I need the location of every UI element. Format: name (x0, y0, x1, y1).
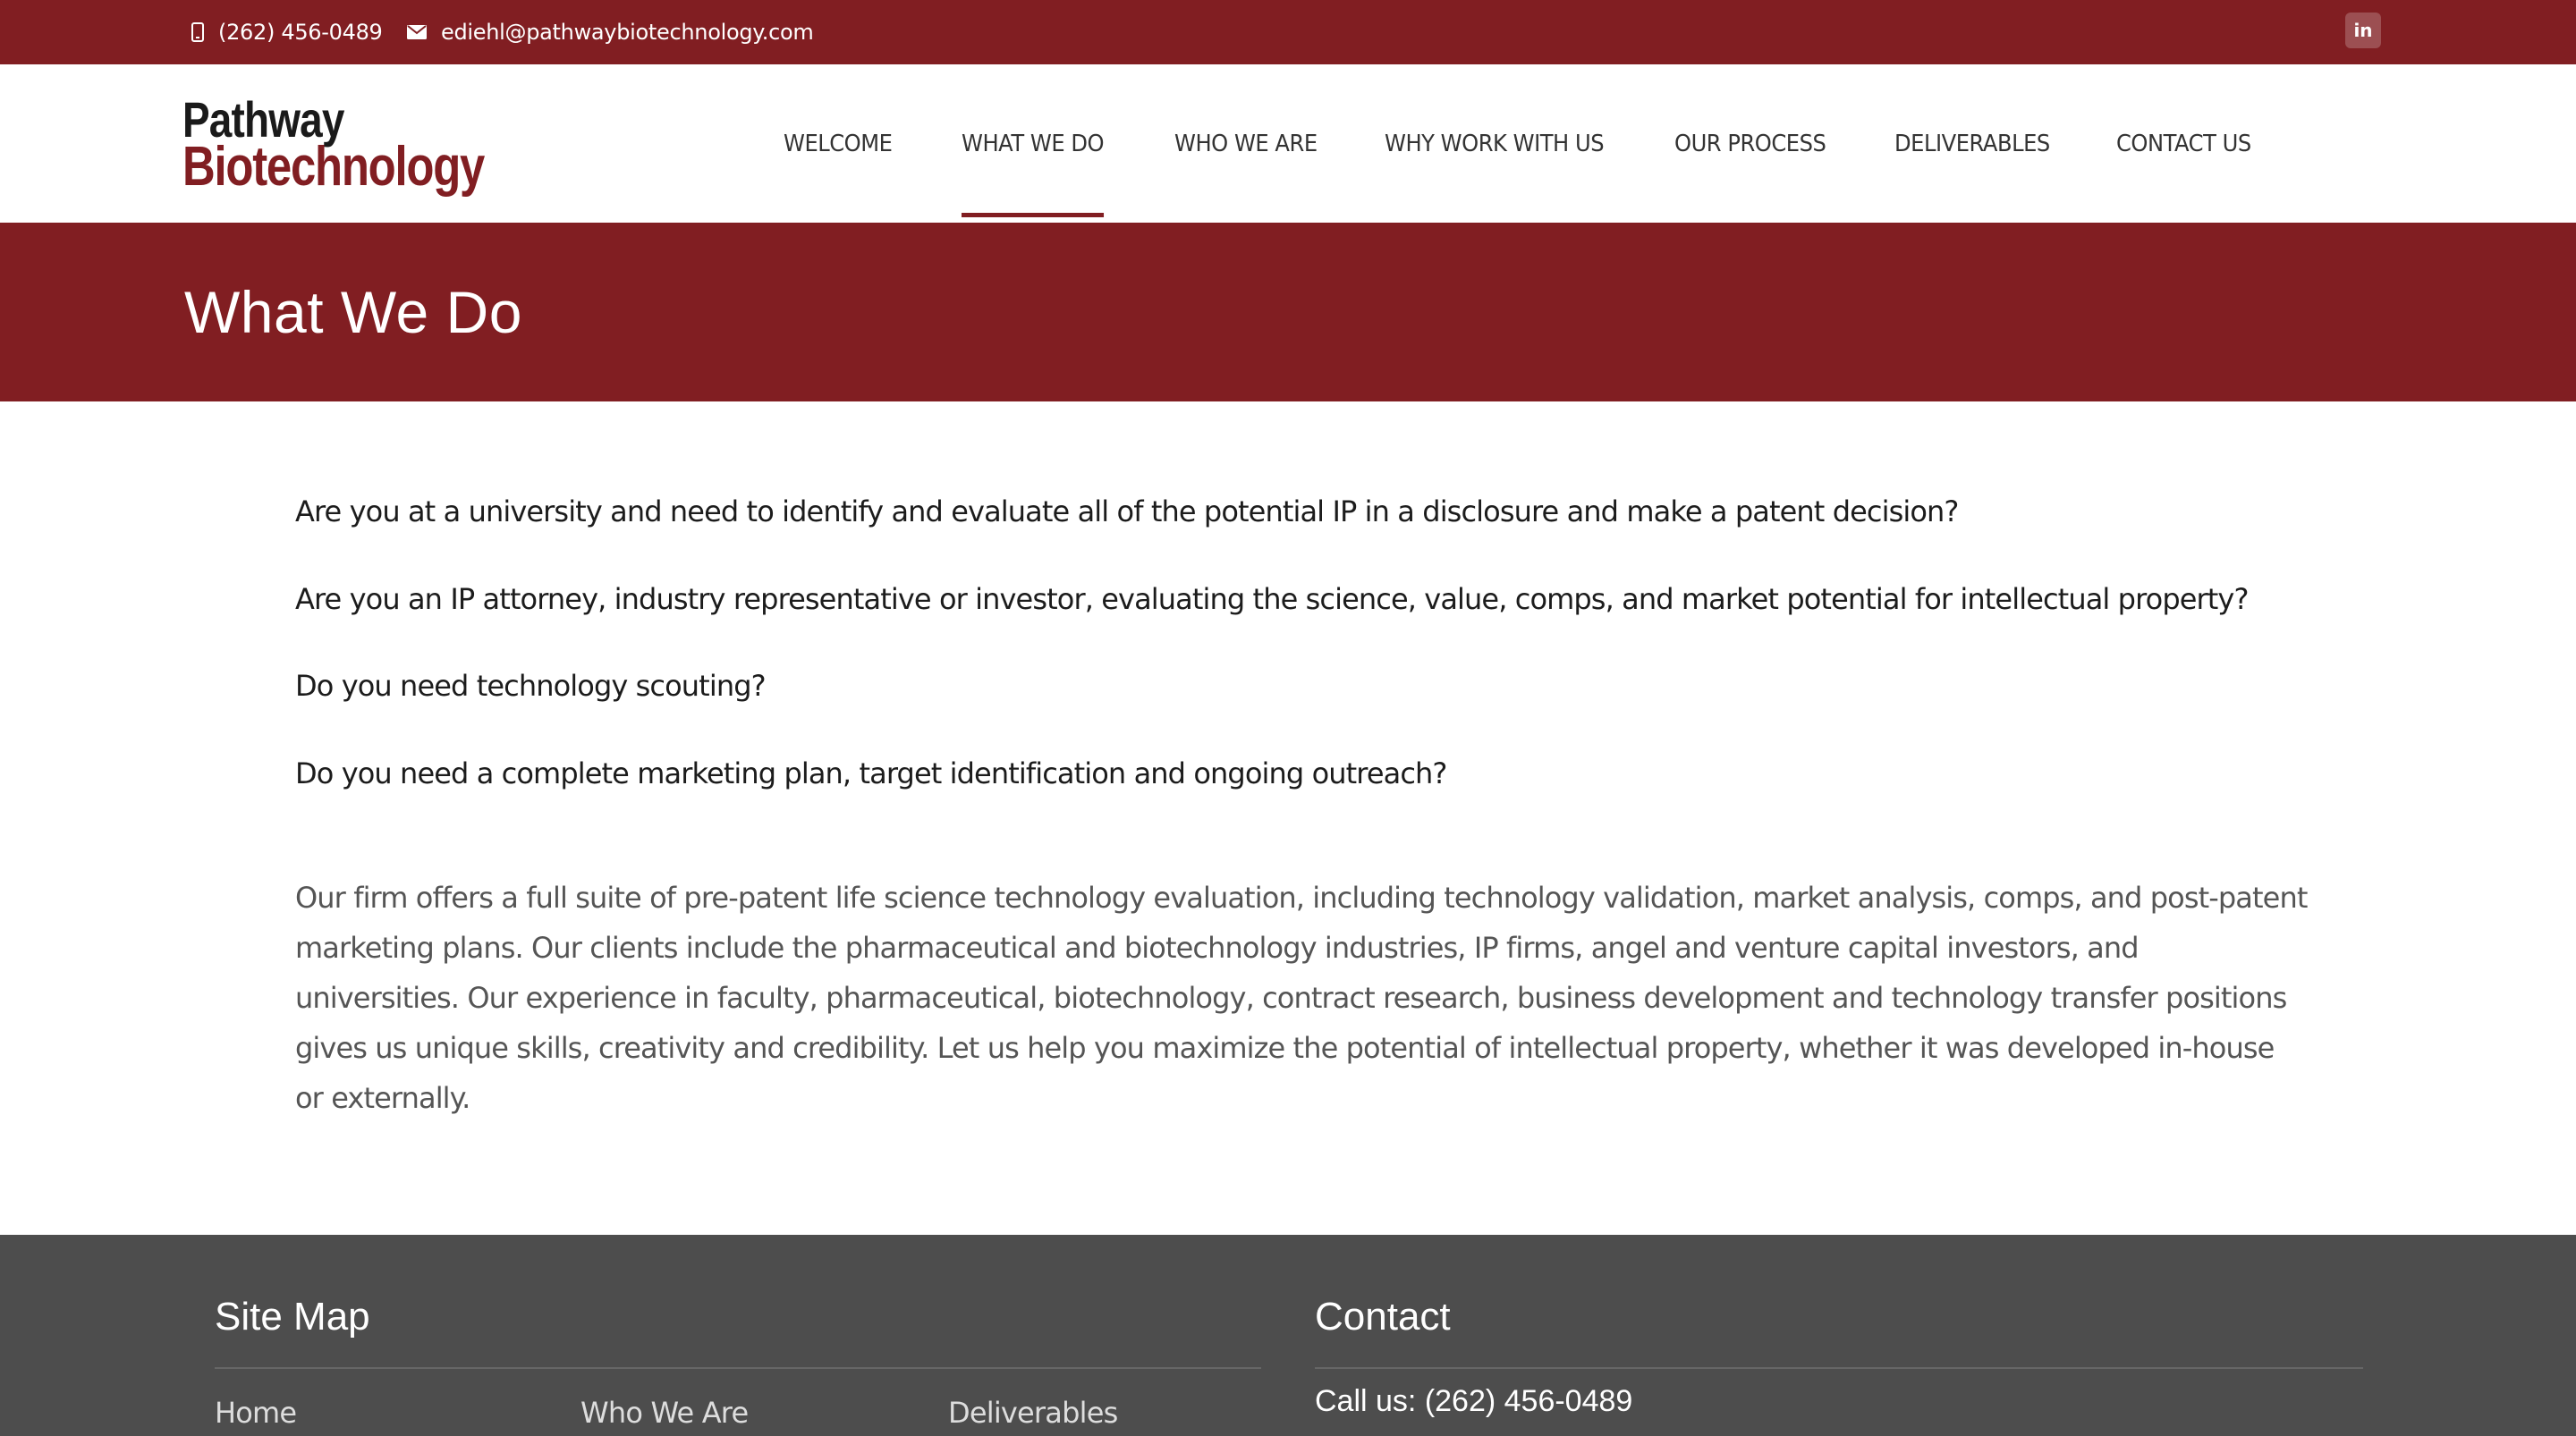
question-text: Do you need technology scouting? (295, 669, 767, 703)
sitemap-divider (215, 1367, 1261, 1369)
topbar-email-link[interactable]: ediehl@pathwaybiotechnology.com (407, 0, 814, 64)
page-title: What We Do (184, 279, 522, 345)
question-text: Are you an IP attorney, industry represe… (295, 582, 2249, 616)
envelope-icon (407, 25, 427, 39)
nav-item-deliverables[interactable]: DELIVERABLES (1894, 64, 2050, 223)
nav-item-who-we-are[interactable]: WHO WE ARE (1174, 64, 1318, 223)
sitemap-heading: Site Map (215, 1295, 370, 1339)
page-title-band: What We Do (0, 223, 2576, 401)
footer-link-home[interactable]: Home (215, 1396, 297, 1430)
topbar-email-text: ediehl@pathwaybiotechnology.com (441, 20, 814, 45)
question-text: Are you at a university and need to iden… (295, 494, 1959, 528)
contact-divider (1315, 1367, 2363, 1369)
nav-item-what-we-do[interactable]: WHAT WE DO (962, 64, 1105, 223)
linkedin-icon[interactable]: in (2345, 13, 2381, 48)
site-header: Pathway Biotechnology WELCOME WHAT WE DO… (0, 64, 2576, 223)
footer-call-us: Call us: (262) 456-0489 (1315, 1384, 1633, 1418)
nav-item-our-process[interactable]: OUR PROCESS (1674, 64, 1826, 223)
nav-item-contact-us[interactable]: CONTACT US (2116, 64, 2251, 223)
question-text: Do you need a complete marketing plan, t… (295, 756, 1447, 790)
main-nav: WELCOME WHAT WE DO WHO WE ARE WHY WORK W… (0, 64, 2576, 223)
nav-item-why-work-with-us[interactable]: WHY WORK WITH US (1385, 64, 1605, 223)
phone-icon (191, 22, 204, 42)
top-contact-bar: (262) 456-0489 ediehl@pathwaybiotechnolo… (0, 0, 2576, 64)
footer-link-deliverables[interactable]: Deliverables (948, 1396, 1118, 1430)
nav-item-welcome[interactable]: WELCOME (784, 64, 893, 223)
contact-heading: Contact (1315, 1295, 1451, 1339)
footer-link-who-we-are[interactable]: Who We Are (580, 1396, 749, 1430)
topbar-phone-link[interactable]: (262) 456-0489 (191, 0, 383, 64)
topbar-phone-text: (262) 456-0489 (218, 20, 383, 45)
linkedin-label: in (2353, 20, 2373, 41)
site-footer: Site Map Home Who We Are Deliverables Co… (0, 1235, 2576, 1436)
firm-description: Our firm offers a full suite of pre-pate… (295, 881, 2308, 1115)
